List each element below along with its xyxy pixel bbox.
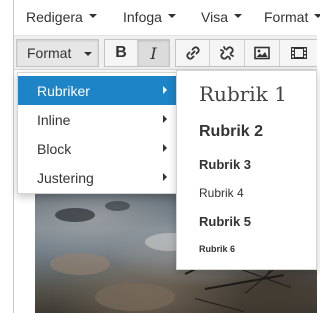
heading-1-item[interactable]: Rubrik 1 <box>199 82 287 106</box>
content-rock <box>50 253 110 275</box>
caret-down-icon <box>233 14 242 19</box>
menubar: Redigera Infoga Visa Format <box>14 0 320 36</box>
toolbar: Format B I <box>14 36 317 70</box>
caret-down-icon <box>88 14 97 19</box>
media-icon <box>291 47 307 59</box>
chevron-right-icon <box>163 86 167 94</box>
insert-group <box>175 39 317 67</box>
heading-4-item[interactable]: Rubrik 4 <box>199 186 244 200</box>
unlink-button[interactable] <box>210 40 244 66</box>
caret-down-icon <box>167 14 176 19</box>
format-menu-item-rubriker[interactable]: Rubriker <box>18 76 177 105</box>
caret-down-icon <box>314 14 320 19</box>
heading-3-item[interactable]: Rubrik 3 <box>199 157 251 172</box>
image-icon <box>254 46 270 60</box>
menu-visa[interactable]: Visa <box>201 9 242 25</box>
menu-visa-label: Visa <box>201 9 228 25</box>
menu-infoga[interactable]: Infoga <box>123 9 176 25</box>
format-menu-item-label: Inline <box>37 112 71 128</box>
content-rock <box>105 201 130 211</box>
format-menu-item-inline[interactable]: Inline <box>18 105 177 134</box>
italic-icon: I <box>150 43 157 63</box>
format-dropdown-label: Format <box>27 45 72 61</box>
content-rock <box>55 208 95 222</box>
heading-2-item[interactable]: Rubrik 2 <box>199 123 263 141</box>
content-branch <box>194 298 244 312</box>
chevron-right-icon <box>163 173 167 181</box>
format-menu-item-justering[interactable]: Justering <box>18 163 177 192</box>
caret-down-icon <box>84 52 92 56</box>
unlink-icon <box>220 46 234 60</box>
bold-icon: B <box>115 44 127 61</box>
format-menu-item-label: Rubriker <box>37 83 90 99</box>
chevron-right-icon <box>163 144 167 152</box>
format-menu-item-label: Block <box>37 141 72 157</box>
format-menu: Rubriker Inline Block Justering <box>17 72 178 194</box>
content-branch <box>204 274 284 290</box>
menu-format[interactable]: Format <box>264 9 320 25</box>
text-style-group: B I <box>104 39 170 67</box>
menu-redigera-label: Redigera <box>26 9 83 25</box>
format-menu-item-label: Justering <box>37 170 94 186</box>
format-dropdown-button[interactable]: Format <box>16 39 99 67</box>
italic-button[interactable]: I <box>138 40 169 66</box>
link-icon <box>185 46 200 60</box>
media-button[interactable] <box>280 40 318 66</box>
content-rock <box>95 283 175 311</box>
menu-redigera[interactable]: Redigera <box>26 9 97 25</box>
headings-submenu: Rubrik 1 Rubrik 2 Rubrik 3 Rubrik 4 Rubr… <box>176 70 317 270</box>
menu-infoga-label: Infoga <box>123 9 162 25</box>
heading-6-item[interactable]: Rubrik 6 <box>199 244 235 254</box>
bold-button[interactable]: B <box>105 40 137 66</box>
image-button[interactable] <box>245 40 279 66</box>
menu-format-label: Format <box>264 9 309 25</box>
chevron-right-icon <box>163 115 167 123</box>
heading-5-item[interactable]: Rubrik 5 <box>199 214 251 229</box>
format-menu-item-block[interactable]: Block <box>18 134 177 163</box>
link-button[interactable] <box>176 40 209 66</box>
